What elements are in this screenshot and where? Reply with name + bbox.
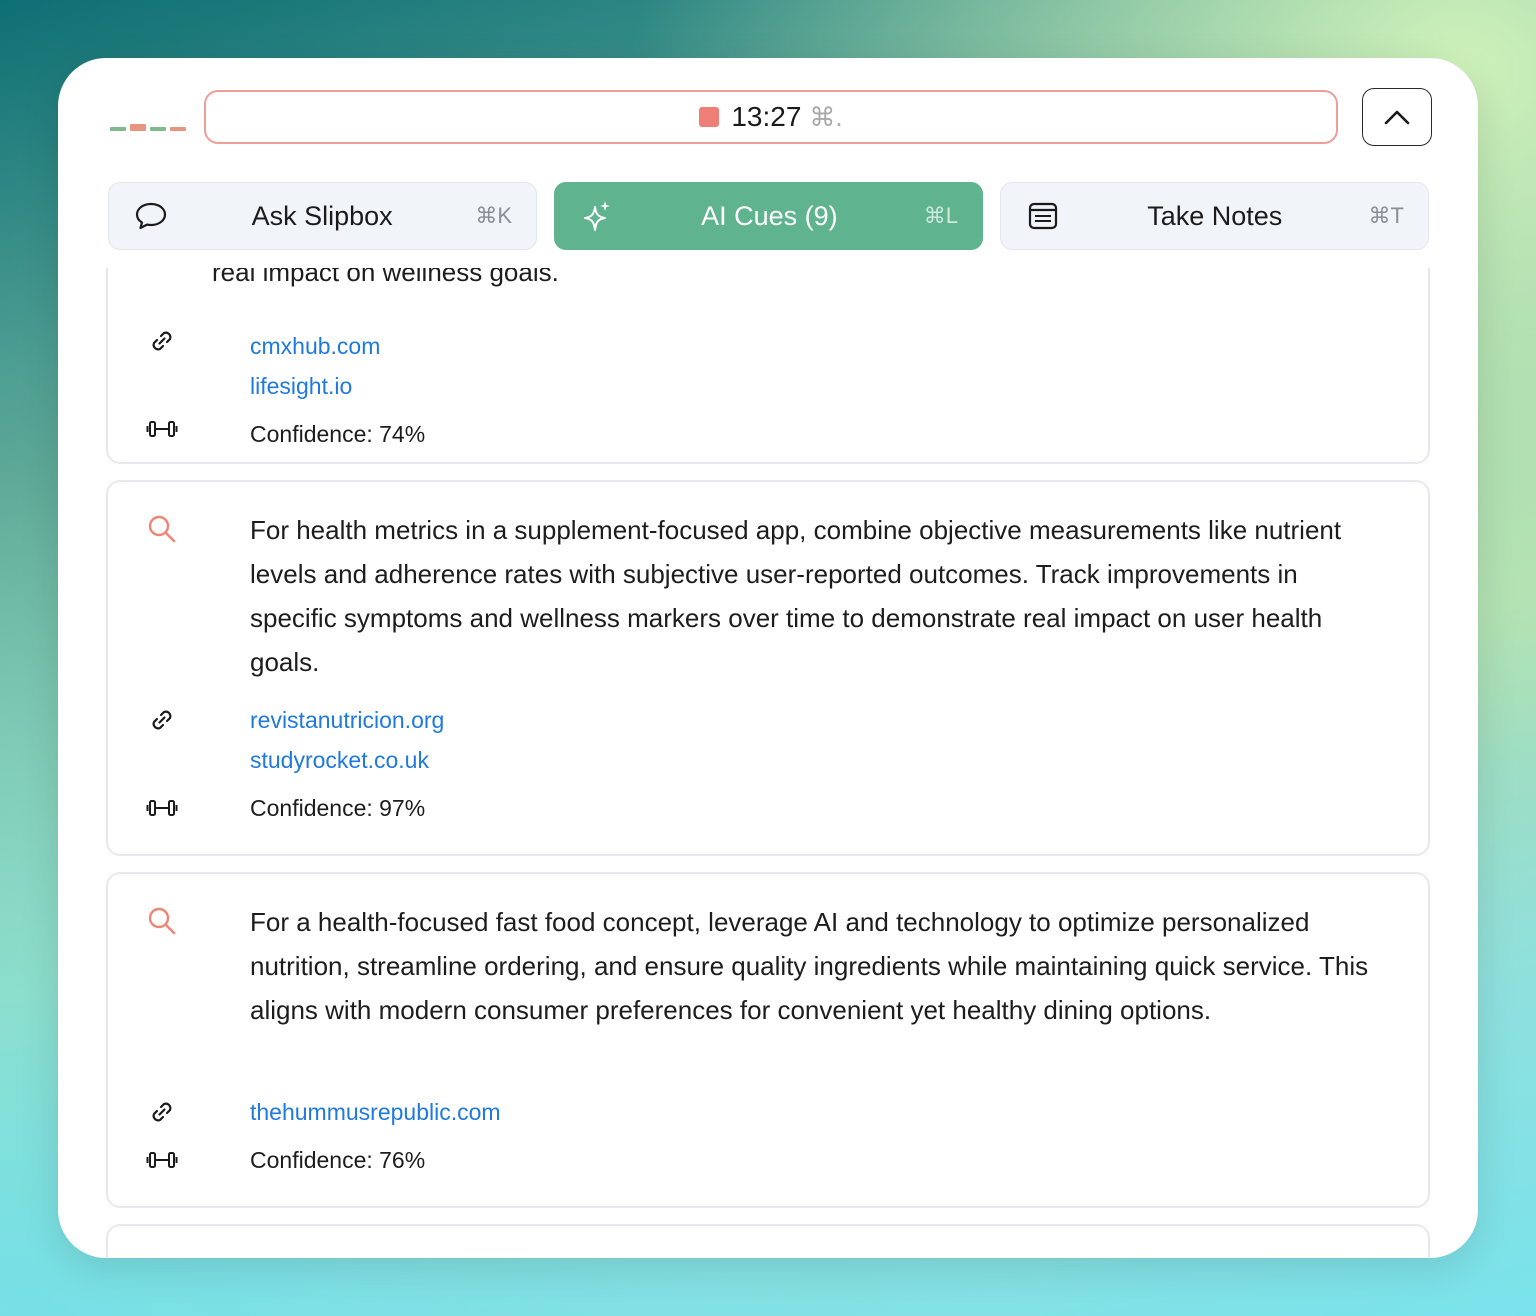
tab-take-notes[interactable]: Take Notes ⌘T <box>1000 182 1429 250</box>
source-link[interactable]: studyrocket.co.uk <box>250 740 444 780</box>
recording-bar[interactable]: 13:27 ⌘. <box>204 90 1338 144</box>
source-link[interactable]: revistanutricion.org <box>250 700 444 740</box>
confidence-label: Confidence: 97% <box>250 795 426 821</box>
stop-recording-icon[interactable] <box>699 107 720 127</box>
notes-icon <box>1025 198 1061 234</box>
cue-card: For a health-focused fast food concept, … <box>106 872 1430 1208</box>
app-logo <box>110 124 186 131</box>
tab-shortcut: ⌘T <box>1368 203 1404 228</box>
source-link[interactable]: lifesight.io <box>250 366 380 406</box>
cue-card: For health metrics in a supplement-focus… <box>106 480 1430 856</box>
sparkle-icon <box>579 198 615 234</box>
cues-list[interactable]: real impact on wellness goals. cmxhub.co… <box>106 268 1430 1258</box>
confidence-label: Confidence: 74% <box>250 421 426 447</box>
chat-bubble-icon <box>133 198 169 234</box>
dumbbell-icon <box>146 1144 178 1171</box>
cue-text: For a health-focused fast food concept, … <box>250 907 1369 1025</box>
tab-ask-slipbox[interactable]: Ask Slipbox ⌘K <box>108 182 537 250</box>
confidence-row: Confidence: 74% <box>146 418 425 450</box>
confidence-label: Confidence: 76% <box>250 1147 426 1173</box>
tab-label: AI Cues (9) <box>701 200 838 231</box>
links-row: cmxhub.com lifesight.io <box>146 326 380 406</box>
cue-text: For health metrics in a supplement-focus… <box>250 515 1342 677</box>
cue-text-row: For a health-focused fast food concept, … <box>146 900 1390 1032</box>
links-row: revistanutricion.org studyrocket.co.uk <box>146 700 444 780</box>
chevron-up-icon <box>1384 110 1410 125</box>
tab-ai-cues[interactable]: AI Cues (9) ⌘L <box>554 182 983 250</box>
link-icon <box>146 700 178 735</box>
tab-bar: Ask Slipbox ⌘K AI Cues (9) ⌘L Take Notes… <box>108 182 1429 250</box>
dumbbell-icon <box>146 792 178 819</box>
link-icon <box>146 1092 178 1127</box>
tab-label: Take Notes <box>1147 200 1283 231</box>
tab-shortcut: ⌘L <box>923 203 958 228</box>
confidence-row: Confidence: 76% <box>146 1144 425 1176</box>
recording-shortcut: ⌘. <box>809 101 843 132</box>
tab-shortcut: ⌘K <box>475 203 512 228</box>
search-icon <box>146 900 178 936</box>
app-window: 13:27 ⌘. Ask Slipbox ⌘K AI Cues (9) ⌘L T… <box>58 58 1478 1258</box>
confidence-row: Confidence: 97% <box>146 792 425 824</box>
links-row: thehummusrepublic.com <box>146 1092 501 1132</box>
source-link[interactable]: cmxhub.com <box>250 326 380 366</box>
collapse-button[interactable] <box>1362 88 1432 146</box>
cue-text-row: For health metrics in a supplement-focus… <box>146 508 1390 684</box>
source-link[interactable]: thehummusrepublic.com <box>250 1092 501 1132</box>
tab-label: Ask Slipbox <box>251 200 393 231</box>
dumbbell-icon <box>146 418 178 440</box>
cue-card: real impact on wellness goals. cmxhub.co… <box>106 268 1430 464</box>
recording-timer: 13:27 <box>731 101 802 132</box>
cue-card <box>106 1224 1430 1258</box>
cue-text: real impact on wellness goals. <box>212 268 559 287</box>
link-icon <box>146 326 178 356</box>
search-icon <box>146 508 178 544</box>
